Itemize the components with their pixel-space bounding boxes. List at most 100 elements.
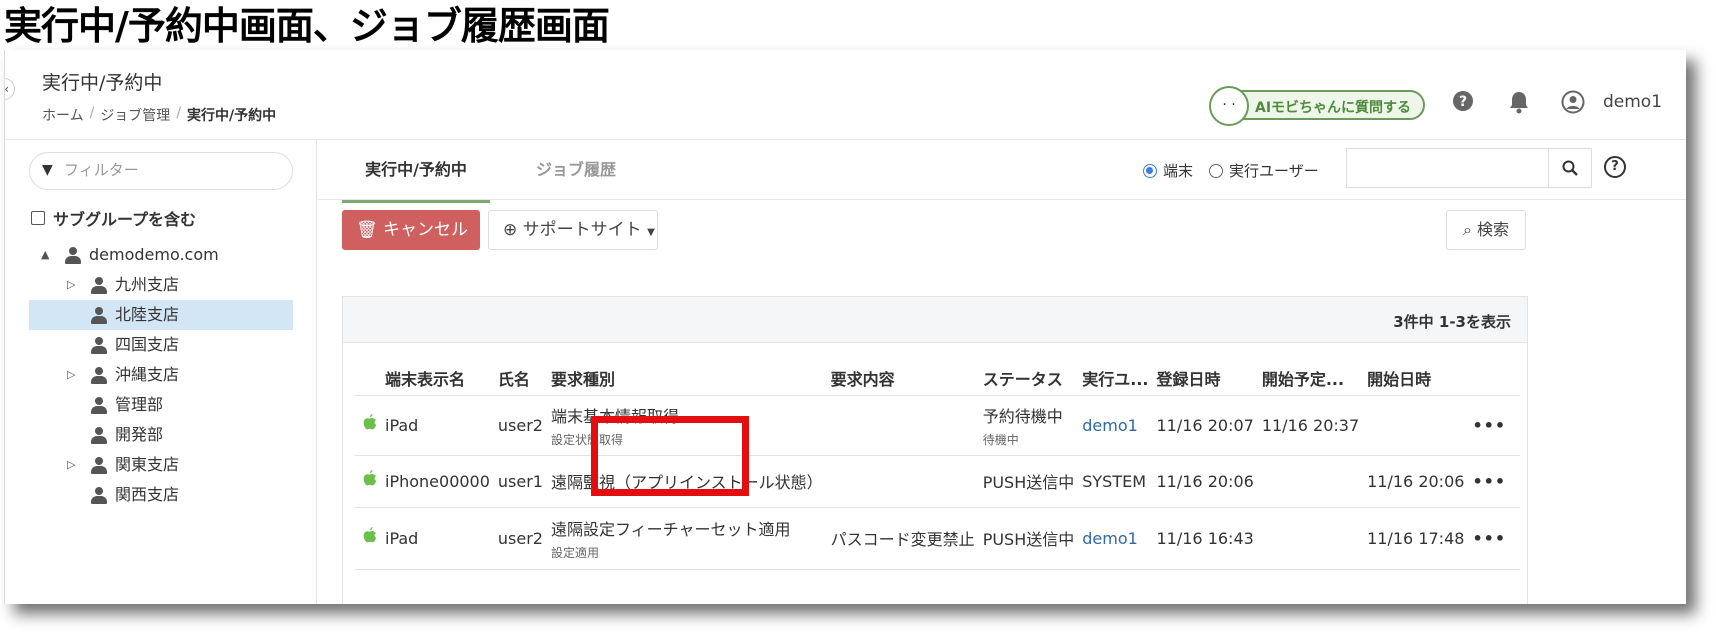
search-input[interactable] bbox=[1346, 148, 1548, 188]
column-header[interactable]: 実行ユ... bbox=[1074, 361, 1149, 396]
more-options-icon[interactable]: ••• bbox=[1472, 529, 1506, 548]
user-name: user1 bbox=[497, 471, 543, 491]
tab-running-scheduled[interactable]: 実行中/予約中 bbox=[342, 156, 490, 203]
user-avatar-icon[interactable] bbox=[1561, 90, 1585, 114]
more-options-icon[interactable]: ••• bbox=[1472, 472, 1506, 491]
scheduled-cell bbox=[1253, 455, 1360, 508]
bell-icon[interactable] bbox=[1507, 90, 1531, 114]
device-cell: iPad bbox=[377, 507, 490, 570]
scheduled-cell: 11/16 20:37 bbox=[1253, 395, 1360, 456]
user-cell: SYSTEM bbox=[1074, 455, 1149, 508]
device-name: iPad bbox=[385, 415, 419, 435]
column-header[interactable]: 要求内容 bbox=[822, 361, 975, 396]
search-button[interactable]: ⌕ 検索 bbox=[1446, 210, 1526, 250]
panel-header: 3件中 1-3を表示 bbox=[343, 297, 1527, 343]
column-header[interactable]: 開始日時 bbox=[1359, 361, 1465, 396]
tree-item[interactable]: 四国支店 bbox=[5, 330, 316, 360]
breadcrumb-home[interactable]: ホーム bbox=[42, 105, 84, 125]
actions-cell[interactable]: ••• bbox=[1464, 395, 1521, 456]
status: PUSH送信中 bbox=[982, 530, 1075, 549]
collapse-sidebar-button[interactable]: ‹ bbox=[5, 78, 15, 100]
filter-input[interactable] bbox=[64, 161, 264, 179]
column-header bbox=[1464, 361, 1521, 396]
support-label: サポートサイト bbox=[522, 220, 642, 240]
person-icon bbox=[91, 277, 107, 294]
table-row[interactable]: iPad user2 端末基本情報取得 設定状態取得 予約待機中 待機中 demo1 11/1… bbox=[355, 395, 1521, 456]
tree-item[interactable]: ▷ 九州支店 bbox=[5, 270, 316, 300]
device-radio[interactable] bbox=[1143, 163, 1157, 178]
top-header: ‹ 実行中/予約中 ホーム / ジョブ管理 / 実行中/予約中 · · AIモビ… bbox=[5, 50, 1686, 140]
help-icon[interactable]: ? bbox=[1604, 156, 1626, 178]
person-icon bbox=[91, 457, 107, 474]
search-icon[interactable] bbox=[1548, 148, 1592, 188]
tree-toggle-icon[interactable]: ▲ bbox=[41, 240, 49, 270]
checkbox[interactable] bbox=[31, 211, 45, 225]
scheduled-cell bbox=[1253, 507, 1360, 570]
user-cell: demo1 bbox=[1074, 395, 1149, 456]
device-radio-label: 端末 bbox=[1163, 162, 1194, 180]
tree-toggle-icon[interactable]: ▷ bbox=[67, 360, 75, 390]
tree-item[interactable]: 北陸支店 bbox=[29, 300, 293, 330]
column-header[interactable]: ステータス bbox=[974, 361, 1075, 396]
cancel-button[interactable]: 🗑 キャンセル ▼ bbox=[342, 210, 480, 278]
column-header[interactable]: 端末表示名 bbox=[377, 361, 490, 396]
executing-user[interactable]: demo1 bbox=[1082, 416, 1138, 435]
svg-text:?: ? bbox=[1459, 94, 1467, 110]
cancel-label: キャンセル bbox=[383, 220, 468, 240]
tab-bar: 実行中/予約中 ジョブ履歴 端末 実行ユーザー ? bbox=[318, 140, 1686, 203]
job-list-panel: 3件中 1-3を表示 端末表示名 氏名 要求種別 要求内容 ステータス 実行ユ... 登録日… bbox=[342, 296, 1528, 604]
content-cell bbox=[822, 395, 975, 456]
apple-icon bbox=[363, 527, 377, 549]
ai-assistant-button[interactable]: · · AIモビちゃんに質問する bbox=[1209, 86, 1425, 126]
executing-user[interactable]: demo1 bbox=[1082, 529, 1138, 548]
support-site-button[interactable]: ⊕ サポートサイト ▼ bbox=[488, 210, 658, 250]
actions-cell[interactable]: ••• bbox=[1464, 455, 1521, 508]
actions-cell[interactable]: ••• bbox=[1464, 507, 1521, 570]
main-content: 実行中/予約中 ジョブ履歴 端末 実行ユーザー ? 🗑 キャンセル ▼ ⊕ サポ… bbox=[318, 140, 1686, 604]
request-type-sub: 設定適用 bbox=[550, 545, 599, 560]
started-cell: 11/16 20:06 bbox=[1359, 455, 1465, 508]
name-cell: user2 bbox=[489, 395, 543, 456]
tab-job-history[interactable]: ジョブ履歴 bbox=[536, 156, 616, 200]
tree-item[interactable]: ▷ 関東支店 bbox=[5, 450, 316, 480]
column-header[interactable]: 氏名 bbox=[489, 361, 543, 396]
tree-item-label: 沖縄支店 bbox=[115, 365, 180, 384]
lifebuoy-icon: ⊕ bbox=[503, 220, 518, 240]
status-cell: PUSH送信中 bbox=[974, 507, 1075, 570]
filter-field[interactable]: ▼ bbox=[29, 152, 293, 190]
help-icon[interactable]: ? bbox=[1451, 90, 1475, 114]
column-header[interactable]: 要求種別 bbox=[542, 361, 823, 396]
column-header[interactable]: 登録日時 bbox=[1148, 361, 1254, 396]
tree-item-label: 関東支店 bbox=[115, 455, 180, 474]
executing-user: SYSTEM bbox=[1082, 471, 1147, 491]
registered-cell: 11/16 20:06 bbox=[1148, 455, 1254, 508]
breadcrumb-job-management[interactable]: ジョブ管理 bbox=[100, 105, 170, 125]
tree-item[interactable]: ▲ demodemo.com bbox=[5, 240, 316, 270]
content-cell bbox=[822, 455, 975, 508]
table-body: iPad user2 端末基本情報取得 設定状態取得 予約待機中 待機中 demo1 11/1… bbox=[355, 395, 1521, 570]
table-row[interactable]: iPhone00000 user1 遠隔監視（アプリインストール状態） PUSH送信中… bbox=[355, 455, 1521, 508]
device-cell: iPhone00000 bbox=[377, 455, 490, 508]
tree-item-label: 管理部 bbox=[115, 395, 164, 414]
column-header[interactable]: 開始予定... bbox=[1253, 361, 1360, 396]
tree-item[interactable]: ▷ 沖縄支店 bbox=[5, 360, 316, 390]
more-options-icon[interactable]: ••• bbox=[1472, 416, 1506, 435]
tree-item[interactable]: 開発部 bbox=[5, 420, 316, 450]
mascot-icon: · · bbox=[1209, 86, 1249, 126]
tree-toggle-icon[interactable]: ▷ bbox=[67, 450, 75, 480]
username[interactable]: demo1 bbox=[1603, 92, 1662, 112]
tree-item-label: 四国支店 bbox=[115, 335, 180, 354]
user-cell: demo1 bbox=[1074, 507, 1149, 570]
breadcrumb-current: 実行中/予約中 bbox=[187, 108, 277, 124]
registered-cell: 11/16 20:07 bbox=[1148, 395, 1254, 456]
tree-toggle-icon[interactable]: ▷ bbox=[67, 270, 75, 300]
status-cell: PUSH送信中 bbox=[974, 455, 1075, 508]
tree-item[interactable]: 管理部 bbox=[5, 390, 316, 420]
app-window: ‹ 実行中/予約中 ホーム / ジョブ管理 / 実行中/予約中 · · AIモビ… bbox=[4, 50, 1686, 604]
include-subgroup-checkbox[interactable]: サブグループを含む bbox=[31, 206, 196, 230]
search-icon: ⌕ bbox=[1462, 220, 1472, 239]
tree-item[interactable]: 関西支店 bbox=[5, 480, 316, 510]
include-subgroup-label: サブグループを含む bbox=[53, 210, 197, 229]
user-radio[interactable] bbox=[1209, 163, 1224, 178]
table-row[interactable]: iPad user2 遠隔設定フィーチャーセット適用 設定適用 パスコード変更禁止 PUS… bbox=[355, 507, 1521, 570]
